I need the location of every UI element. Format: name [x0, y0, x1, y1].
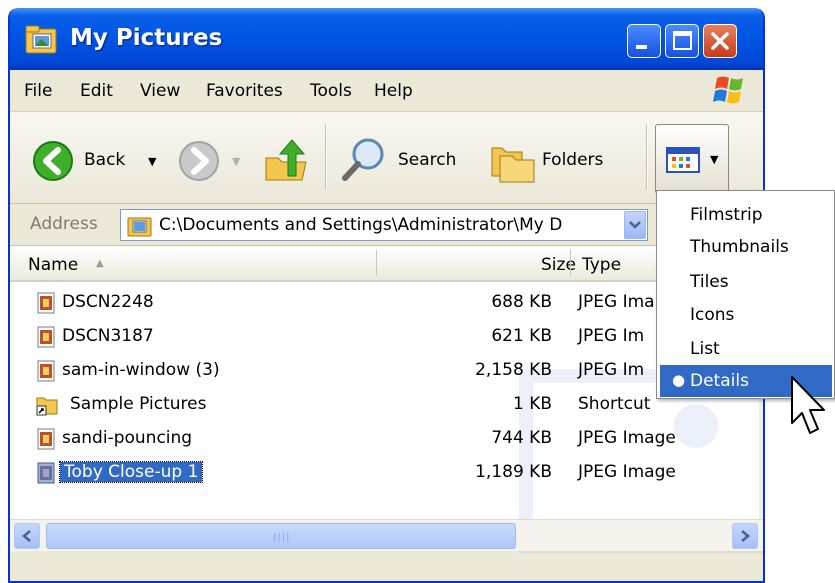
- address-path: C:\Documents and Settings\Administrator\…: [159, 215, 563, 235]
- chevron-left-icon: [22, 530, 31, 542]
- forward-dropdown-arrow-icon[interactable]: ▼: [232, 155, 240, 168]
- menu-tools[interactable]: Tools: [310, 81, 352, 101]
- close-button[interactable]: [703, 24, 737, 58]
- file-type: JPEG Ima: [578, 292, 655, 312]
- file-size: 688 KB: [491, 292, 552, 312]
- menu-file[interactable]: File: [24, 81, 52, 101]
- file-type: Shortcut: [578, 394, 651, 414]
- views-button[interactable]: ▼: [655, 124, 729, 194]
- column-type[interactable]: Type: [582, 255, 621, 275]
- menu-bar: File Edit View Favorites Tools Help: [10, 70, 763, 112]
- file-type: JPEG Image: [578, 462, 676, 482]
- file-size: 1 KB: [512, 394, 552, 414]
- back-arrow-icon[interactable]: [32, 140, 74, 182]
- my-pictures-folder-icon: [25, 25, 57, 54]
- file-size: 744 KB: [491, 428, 552, 448]
- views-icon: [666, 147, 700, 173]
- back-dropdown-arrow-icon[interactable]: ▼: [148, 155, 156, 168]
- jpeg-file-icon: [37, 292, 55, 314]
- jpeg-file-icon: [37, 326, 55, 348]
- minimize-button[interactable]: [627, 24, 661, 58]
- hand-pointer-cursor-icon: [791, 376, 825, 434]
- views-menu-list[interactable]: List: [660, 333, 832, 365]
- views-menu-thumbnails[interactable]: Thumbnails: [660, 231, 832, 263]
- views-menu-icons[interactable]: Icons: [660, 299, 832, 331]
- sort-ascending-icon: ▲: [96, 258, 104, 269]
- file-name: Toby Close-up 1: [58, 461, 204, 483]
- folders-icon[interactable]: [488, 138, 538, 184]
- search-magnifier-icon[interactable]: [340, 136, 388, 184]
- menu-edit[interactable]: Edit: [80, 81, 113, 101]
- chevron-right-icon: [741, 530, 750, 542]
- file-name: DSCN2248: [62, 292, 154, 312]
- file-type: JPEG Image: [578, 428, 676, 448]
- file-type: JPEG Im: [578, 360, 645, 380]
- address-bar: Address C:\Documents and Settings\Admini…: [10, 204, 763, 246]
- forward-arrow-icon[interactable]: [178, 140, 220, 182]
- search-button-label[interactable]: Search: [398, 150, 456, 170]
- address-label: Address: [30, 214, 98, 234]
- address-dropdown-button[interactable]: [624, 211, 646, 239]
- scrollbar-thumb[interactable]: ||||: [46, 523, 516, 549]
- file-name: sam-in-window (3): [62, 360, 220, 380]
- maximize-icon: [673, 31, 692, 50]
- up-folder-icon[interactable]: [262, 136, 312, 186]
- selected-bullet-icon: ●: [672, 371, 686, 389]
- column-name[interactable]: Name: [28, 255, 78, 275]
- scrollbar-grip-icon: ||||: [273, 532, 291, 543]
- title-bar[interactable]: My Pictures: [10, 8, 763, 70]
- file-name: sandi-pouncing: [62, 428, 193, 448]
- file-size: 621 KB: [491, 326, 552, 346]
- views-menu-tiles[interactable]: Tiles: [660, 266, 832, 298]
- file-row[interactable]: DSCN3187 621 KB JPEG Im: [10, 320, 763, 354]
- file-list-view[interactable]: Name ▲ Size Type DSCN2248 688 KB JPEG Im…: [10, 246, 763, 553]
- my-pictures-folder-icon: [127, 217, 152, 237]
- shortcut-folder-icon: [36, 397, 58, 416]
- horizontal-scrollbar[interactable]: ||||: [10, 519, 763, 551]
- scroll-left-button[interactable]: [14, 523, 40, 549]
- explorer-window: My Pictures File Edit View Favorites Too…: [8, 8, 765, 583]
- file-row[interactable]: Sample Pictures 1 KB Shortcut: [10, 388, 763, 422]
- file-row[interactable]: sandi-pouncing 744 KB JPEG Image: [10, 422, 763, 456]
- address-input[interactable]: C:\Documents and Settings\Administrator\…: [120, 209, 648, 241]
- file-type: JPEG Im: [578, 326, 645, 346]
- menu-view[interactable]: View: [140, 81, 180, 101]
- maximize-button[interactable]: [665, 24, 699, 58]
- file-size: 1,189 KB: [475, 462, 552, 482]
- jpeg-file-icon: [37, 428, 55, 450]
- jpeg-file-icon: [37, 360, 55, 382]
- chevron-down-icon: [629, 221, 641, 229]
- jpeg-file-icon: [37, 462, 55, 484]
- windows-logo-icon: [713, 76, 743, 104]
- file-name: DSCN3187: [62, 326, 154, 346]
- views-menu-filmstrip[interactable]: Filmstrip: [660, 199, 832, 231]
- file-row-selected[interactable]: Toby Close-up 1 1,189 KB JPEG Image: [10, 456, 763, 490]
- file-name: Sample Pictures: [70, 394, 207, 414]
- minimize-icon: [636, 45, 647, 49]
- menu-favorites[interactable]: Favorites: [206, 81, 283, 101]
- close-icon: [711, 32, 729, 50]
- views-menu: Filmstrip Thumbnails Tiles Icons List ● …: [656, 190, 835, 399]
- scroll-right-button[interactable]: [732, 523, 758, 549]
- folders-button-label[interactable]: Folders: [542, 150, 603, 170]
- back-button-label[interactable]: Back: [84, 150, 125, 170]
- menu-help[interactable]: Help: [374, 81, 413, 101]
- file-row[interactable]: DSCN2248 688 KB JPEG Ima: [10, 286, 763, 320]
- file-row[interactable]: sam-in-window (3) 2,158 KB JPEG Im: [10, 354, 763, 388]
- views-dropdown-arrow-icon: ▼: [710, 153, 719, 166]
- file-size: 2,158 KB: [475, 360, 552, 380]
- standard-toolbar: Back ▼ ▼ Search Folders ▼: [10, 112, 763, 204]
- column-header: Name ▲ Size Type: [10, 246, 763, 282]
- window-title: My Pictures: [70, 25, 223, 51]
